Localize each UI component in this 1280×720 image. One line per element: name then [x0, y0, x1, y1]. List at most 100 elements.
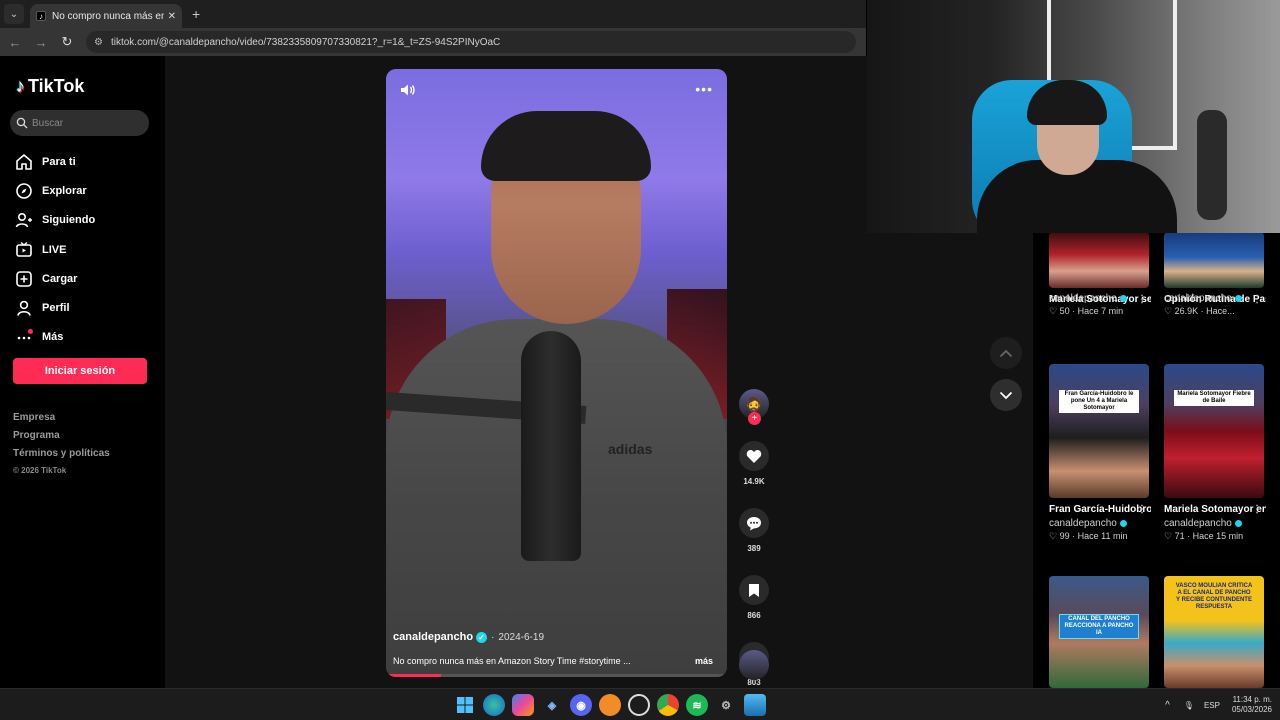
- more-icon: [14, 327, 34, 347]
- microphone: [521, 331, 581, 561]
- sidebar-item-explorar[interactable]: Explorar: [14, 176, 95, 205]
- close-icon[interactable]: ✕: [168, 11, 176, 22]
- related-video-card[interactable]: Mariela Sotomayor Fiebre de Baile Mariel…: [1164, 364, 1266, 542]
- video-description: No compro nunca más en Amazon Story Time…: [393, 656, 713, 666]
- bookmark-icon[interactable]: [739, 575, 769, 605]
- video-thumbnail[interactable]: [1049, 232, 1149, 288]
- verified-icon: [1119, 520, 1127, 527]
- progress-bar[interactable]: [386, 674, 727, 677]
- like-count: 99: [1059, 531, 1070, 541]
- settings-icon[interactable]: ⚙: [715, 694, 737, 716]
- login-button[interactable]: Iniciar sesión: [13, 358, 147, 384]
- related-video-card[interactable]: CANAL DEL PANCHO REACCIONA A PANCHO IA: [1049, 576, 1151, 688]
- sidebar-item-mas[interactable]: Más: [14, 323, 95, 352]
- video-thumbnail[interactable]: [1164, 232, 1264, 288]
- copilot-icon[interactable]: [512, 694, 534, 716]
- edge-icon[interactable]: [483, 694, 505, 716]
- sidebar-item-label: Más: [42, 331, 64, 344]
- address-bar[interactable]: ⚙ tiktok.com/@canaldepancho/video/738233…: [86, 31, 856, 53]
- video-title[interactable]: Fran García-Huidobro le pone...⋮: [1049, 502, 1151, 517]
- comment-icon[interactable]: [739, 508, 769, 538]
- video-author[interactable]: canaldepancho: [1164, 293, 1266, 304]
- sidebar-item-label: Cargar: [42, 272, 78, 285]
- forward-arrow-icon[interactable]: →: [30, 35, 52, 50]
- kebab-icon[interactable]: ⋮: [1137, 502, 1147, 517]
- sidebar-item-siguiendo[interactable]: Siguiendo: [14, 206, 95, 235]
- video-thumbnail[interactable]: Mariela Sotomayor Fiebre de Baile: [1164, 364, 1264, 498]
- kebab-icon[interactable]: ⋮: [1252, 502, 1262, 517]
- browser-tab[interactable]: ♪ No compro nunca más en Amazon Story Ti…: [30, 4, 182, 28]
- tab-list-chevron-icon[interactable]: ⌄: [4, 4, 24, 24]
- save-action[interactable]: 866: [737, 575, 771, 620]
- related-video-card[interactable]: VASCO MOULIAN CRITICA A EL CANAL DE PANC…: [1164, 576, 1266, 688]
- following-icon: [14, 210, 34, 230]
- chevron-up-icon[interactable]: ^: [1165, 700, 1170, 711]
- app-icon[interactable]: ◈: [541, 694, 563, 716]
- chevron-down-icon: [999, 391, 1013, 399]
- heart-icon[interactable]: [739, 441, 769, 471]
- search-icon: [16, 117, 28, 129]
- clock[interactable]: 11:34 p. m. 05/03/2026: [1232, 695, 1272, 715]
- action-bar: 🧔 + 14.9K 389 866 803: [737, 389, 771, 687]
- chrome-icon[interactable]: [657, 694, 679, 716]
- tiktok-logo[interactable]: ♪ TikTok: [16, 76, 84, 97]
- photos-icon[interactable]: [744, 694, 766, 716]
- video-thumbnail[interactable]: Fran García-Huidobro le pone Un 4 a Mari…: [1049, 364, 1149, 498]
- video-time: Hace...: [1206, 306, 1235, 316]
- url-text: tiktok.com/@canaldepancho/video/73823358…: [110, 36, 501, 48]
- site-info-icon[interactable]: ⚙: [94, 37, 103, 48]
- sidebar-item-label: Siguiendo: [42, 214, 96, 227]
- windows-start-icon[interactable]: [454, 694, 476, 716]
- sidebar-item-cargar[interactable]: Cargar: [14, 264, 95, 293]
- next-video-button[interactable]: [990, 379, 1022, 411]
- sidebar-menu: Para ti Explorar Siguiendo LIVE Cargar P…: [14, 147, 95, 352]
- related-video-card[interactable]: Fran García-Huidobro le pone Un 4 a Mari…: [1049, 364, 1151, 542]
- avatar[interactable]: 🧔 +: [739, 389, 769, 425]
- verified-icon: [1119, 295, 1127, 302]
- microphone-icon[interactable]: 🎙: [1184, 701, 1194, 710]
- footer-link-terminos[interactable]: Términos y políticas: [13, 448, 110, 466]
- follow-plus-icon[interactable]: +: [748, 412, 761, 425]
- video-stats: ♡ 71 · Hace 15 min: [1164, 531, 1244, 541]
- video-time: Hace 11 min: [1077, 531, 1128, 541]
- author-name: canaldepancho: [1049, 518, 1117, 529]
- music-disc-avatar[interactable]: [739, 650, 769, 680]
- previous-video-button[interactable]: [990, 337, 1022, 369]
- new-tab-plus-icon[interactable]: +: [192, 6, 200, 22]
- footer-link-empresa[interactable]: Empresa: [13, 412, 110, 430]
- language-indicator[interactable]: ESP: [1204, 701, 1220, 710]
- reload-icon[interactable]: ↻: [56, 34, 78, 50]
- video-title-text: Fran García-Huidobro le pone...: [1049, 504, 1151, 515]
- thumbnail-caption: CANAL DEL PANCHO REACCIONA A PANCHO IA: [1059, 614, 1139, 639]
- video-thumbnail[interactable]: CANAL DEL PANCHO REACCIONA A PANCHO IA: [1049, 576, 1149, 688]
- more-options-icon[interactable]: •••: [695, 81, 713, 97]
- logo-text: TikTok: [28, 76, 85, 96]
- video-player[interactable]: adidas ••• canaldepancho ✓ · 2024-6-19 N…: [386, 69, 727, 677]
- taskbar-apps: ◈ ◉ ≋ ⚙: [454, 694, 773, 716]
- video-author[interactable]: canaldepancho: [1049, 518, 1151, 529]
- live-icon: [14, 240, 34, 260]
- footer-links: Empresa Programa Términos y políticas © …: [13, 412, 110, 484]
- video-author[interactable]: canaldepancho: [1164, 518, 1266, 529]
- video-author[interactable]: canaldepancho ✓ · 2024-6-19: [393, 631, 544, 643]
- comment-action[interactable]: 389: [737, 508, 771, 553]
- volume-icon[interactable]: [400, 83, 416, 102]
- footer-link-programa[interactable]: Programa: [13, 430, 110, 448]
- like-action[interactable]: 14.9K: [737, 441, 771, 486]
- fl-studio-icon[interactable]: [599, 694, 621, 716]
- video-thumbnail[interactable]: VASCO MOULIAN CRITICA A EL CANAL DE PANC…: [1164, 576, 1264, 688]
- more-link[interactable]: más: [695, 656, 713, 666]
- sidebar-item-para-ti[interactable]: Para ti: [14, 147, 95, 176]
- thumbnail-caption: VASCO MOULIAN CRITICA A EL CANAL DE PANC…: [1175, 583, 1253, 610]
- progress-fill: [386, 674, 441, 677]
- search-input[interactable]: Buscar: [10, 110, 149, 136]
- sidebar-item-live[interactable]: LIVE: [14, 235, 95, 264]
- sidebar-item-perfil[interactable]: Perfil: [14, 293, 95, 322]
- obs-icon[interactable]: [628, 694, 650, 716]
- video-title[interactable]: Mariela Sotomayor en Fiebre de Bail...⋮: [1164, 502, 1266, 517]
- discord-icon[interactable]: ◉: [570, 694, 592, 716]
- spotify-icon[interactable]: ≋: [686, 694, 708, 716]
- like-count: 26.9K: [1174, 306, 1199, 316]
- back-arrow-icon[interactable]: ←: [4, 35, 26, 50]
- video-author[interactable]: canaldepancho: [1049, 293, 1151, 304]
